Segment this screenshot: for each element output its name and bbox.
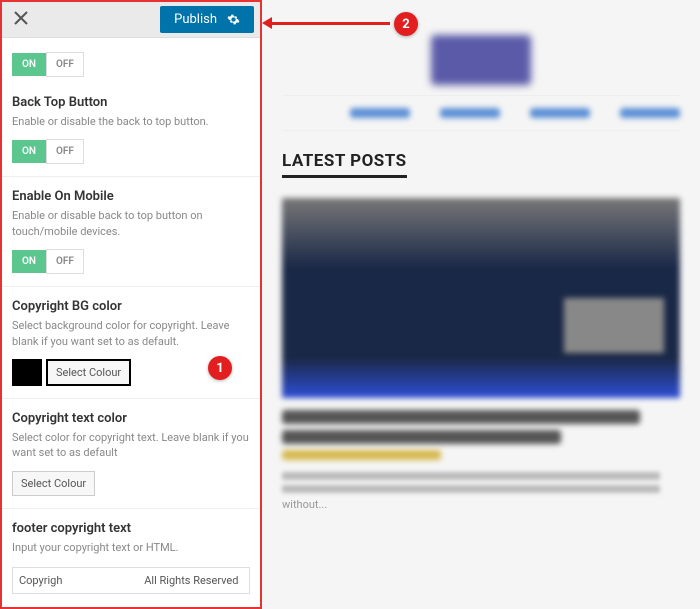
- toggle-section-top: ON OFF: [2, 38, 260, 83]
- section-title: Copyright BG color: [12, 299, 250, 314]
- publish-button[interactable]: Publish: [160, 6, 254, 33]
- close-button[interactable]: [8, 7, 34, 32]
- section-desc: Select background color for copyright. L…: [12, 318, 250, 349]
- post-meta: [282, 450, 441, 460]
- section-title: footer copyright text: [12, 521, 250, 536]
- toggle-off[interactable]: OFF: [46, 249, 84, 274]
- section-desc: Input your copyright text or HTML.: [12, 540, 250, 555]
- nav-item: [530, 108, 590, 118]
- section-title: Copyright text color: [12, 411, 250, 426]
- toggle-off[interactable]: OFF: [46, 52, 84, 77]
- nav-bar: [282, 95, 680, 131]
- back-top-section: Back Top Button Enable or disable the ba…: [2, 83, 260, 177]
- toggle-group: ON OFF: [12, 52, 250, 77]
- mobile-section: Enable On Mobile Enable or disable back …: [2, 177, 260, 287]
- post-title-line: [282, 410, 640, 424]
- annotation-callout-2: 2: [394, 12, 418, 36]
- annotation-callout-1: 1: [208, 356, 232, 380]
- bg-color-section: Copyright BG color Select background col…: [2, 287, 260, 399]
- toggle-group: ON OFF: [12, 249, 250, 274]
- footer-text-section: footer copyright text Input your copyrig…: [2, 509, 260, 605]
- sidebar-scroll[interactable]: ON OFF Back Top Button Enable or disable…: [2, 38, 260, 605]
- excerpt-trail: without...: [282, 498, 680, 511]
- latest-posts-heading: LATEST POSTS: [282, 151, 407, 178]
- section-title: Enable On Mobile: [12, 189, 250, 204]
- select-color-button[interactable]: Select Colour: [12, 471, 95, 496]
- nav-item: [620, 108, 680, 118]
- text-color-section: Copyright text color Select color for co…: [2, 399, 260, 509]
- post-excerpt-line: [282, 485, 660, 493]
- toggle-group: ON OFF: [12, 139, 250, 164]
- preview-pane: LATEST POSTS without...: [262, 0, 700, 609]
- nav-item: [440, 108, 500, 118]
- post-thumbnail: [282, 198, 680, 398]
- customizer-sidebar: Publish ON OFF Back Top Button Enable or…: [0, 0, 262, 609]
- toggle-on[interactable]: ON: [12, 53, 46, 76]
- site-logo: [431, 35, 531, 85]
- sidebar-header: Publish: [2, 2, 260, 38]
- section-desc: Enable or disable the back to top button…: [12, 114, 250, 129]
- publish-label: Publish: [174, 12, 217, 27]
- section-title: Back Top Button: [12, 95, 250, 110]
- footer-copyright-input[interactable]: [12, 567, 250, 594]
- toggle-off[interactable]: OFF: [46, 139, 84, 164]
- color-swatch[interactable]: [12, 359, 42, 386]
- section-desc: Select color for copyright text. Leave b…: [12, 430, 250, 461]
- section-desc: Enable or disable back to top button on …: [12, 208, 250, 239]
- annotation-arrow: [270, 22, 390, 25]
- toggle-on[interactable]: ON: [12, 250, 46, 273]
- post-title-line: [282, 430, 561, 444]
- post-excerpt-line: [282, 472, 660, 480]
- close-icon: [14, 11, 28, 25]
- select-color-button[interactable]: Select Colour: [46, 359, 131, 386]
- toggle-on[interactable]: ON: [12, 140, 46, 163]
- nav-item: [350, 108, 410, 118]
- gear-icon: [227, 13, 240, 26]
